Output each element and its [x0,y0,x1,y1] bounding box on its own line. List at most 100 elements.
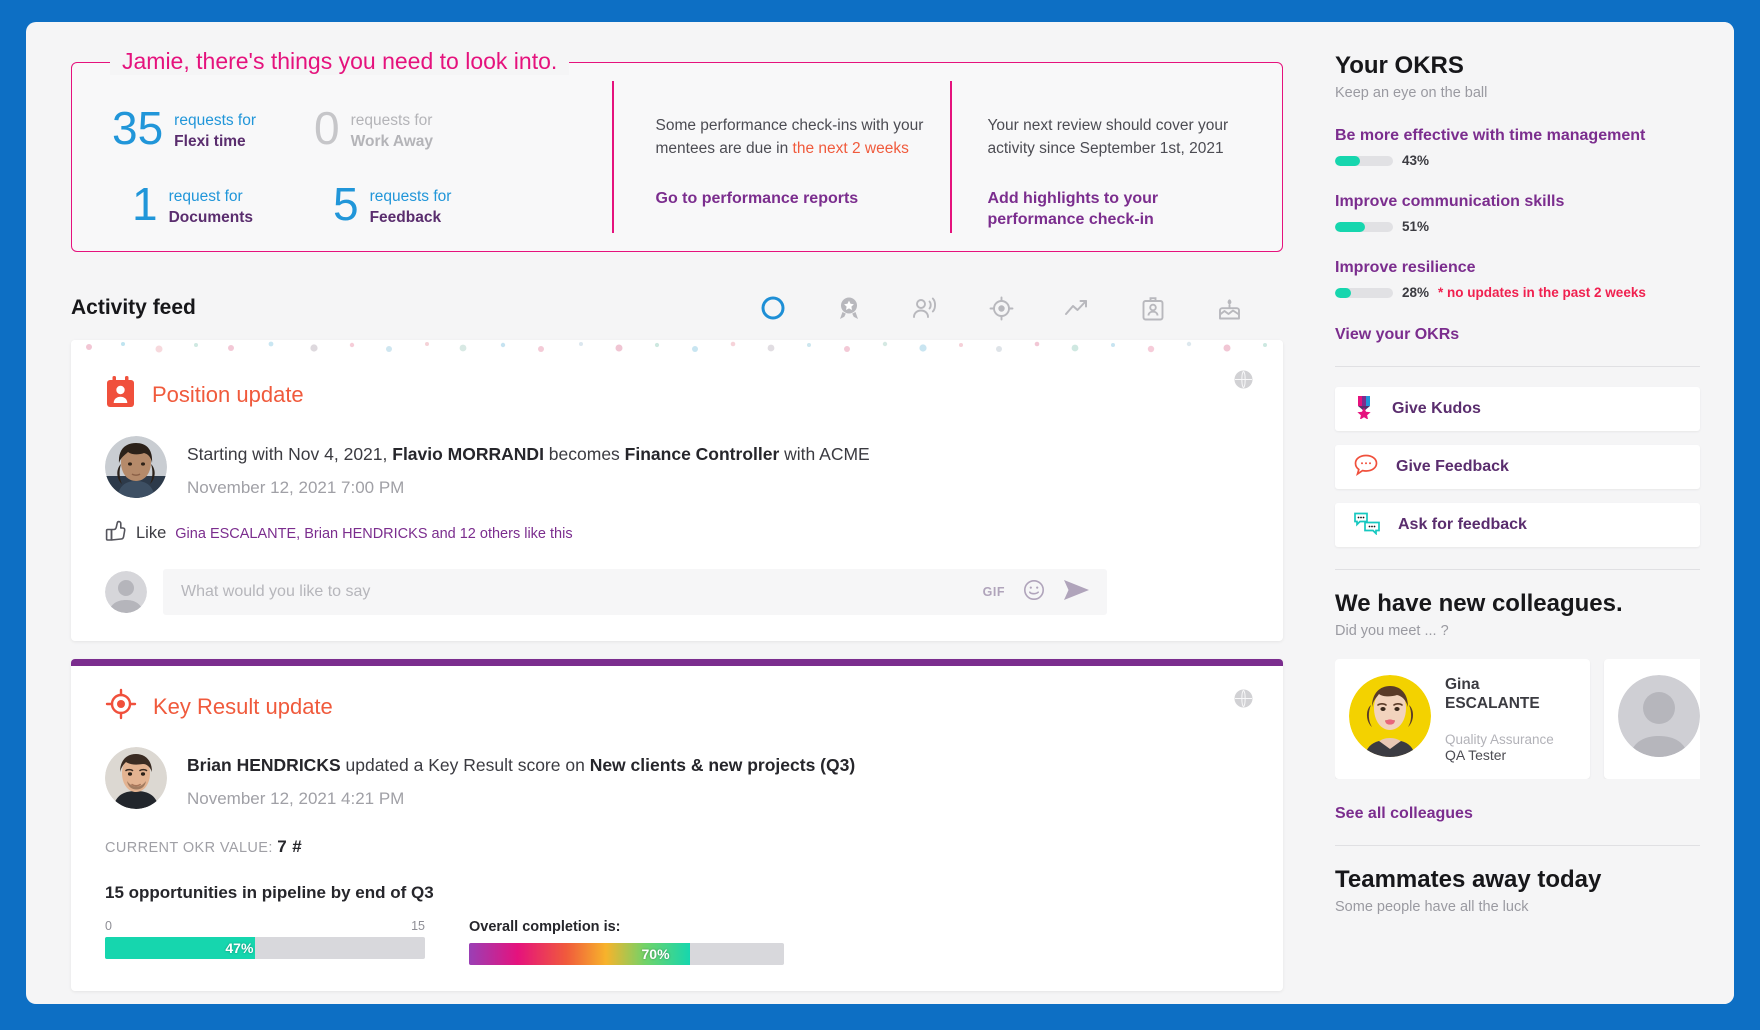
page-title: Activity feed [71,296,196,319]
emoji-icon[interactable] [1023,579,1045,606]
okrs-subtitle: Keep an eye on the ball [1335,85,1488,101]
target-icon [105,688,137,725]
progress-percent: 47% [225,940,254,956]
kudos-medal-icon[interactable] [835,294,863,322]
globe-icon[interactable] [1234,370,1253,389]
avatar[interactable] [105,747,167,809]
browser-window-frame: Jamie, there's things you need to look i… [0,0,1760,1030]
progress-bars-row: 0 15 47% Overall completion is: 70% [105,919,1249,965]
okr-progress-track [1335,221,1393,232]
request-count: 35 [112,102,164,154]
card-type-header: Position update [105,376,1249,414]
card-type-header: Key Result update [105,688,1249,725]
action-label: Ask for feedback [1398,516,1527,533]
new-colleagues-section: We have new colleagues. Did you meet ...… [1335,590,1700,823]
okrs-title: Your OKRS [1335,52,1464,79]
birthday-cake-icon[interactable] [1215,294,1243,322]
post-text-part: Brian HENDRICKS [187,755,341,775]
comment-box: GIF [163,569,1107,615]
activity-feed-header: Activity feed [71,294,1283,322]
comment-row: GIF [105,569,1249,615]
request-label-line1: requests for [350,112,433,129]
colleague-last-name: ESCALANTE [1445,695,1540,713]
colleagues-title: We have new colleagues. [1335,590,1623,617]
okr-item[interactable]: Improve resilience 28% * no updates in t… [1335,259,1700,300]
okr-item[interactable]: Improve communication skills 51% [1335,193,1700,234]
like-row: Like Gina ESCALANTE, Brian HENDRICKS and… [105,520,1249,547]
all-circle-icon[interactable] [759,294,787,322]
okr-warning: * no updates in the past 2 weeks [1438,285,1646,300]
avatar[interactable] [105,436,167,498]
like-button[interactable]: Like [136,524,166,543]
request-flexi-time[interactable]: 35 requests for Flexi time [112,102,257,154]
request-work-away[interactable]: 0 requests for Work Away [314,105,433,153]
post-row: Brian HENDRICKS updated a Key Result sco… [105,747,1249,809]
colleague-card[interactable]: Gina ESCALANTE Quality Assurance QA Test… [1335,659,1590,779]
overall-completion-label: Overall completion is: [469,919,621,935]
colleague-department: Quality Assurance [1445,731,1554,747]
id-badge-icon[interactable] [1139,294,1167,322]
post-text-part: becomes [543,444,625,464]
send-icon[interactable] [1063,579,1089,605]
progress-track: 47% [105,937,425,959]
post-row: Starting with Nov 4, 2021, Flavio MORRAN… [105,436,1249,498]
key-result-progress: 0 15 47% [105,919,425,965]
current-user-avatar [105,571,147,613]
right-sidebar: Your OKRS Keep an eye on the ball Be mor… [1309,22,1734,1004]
okr-item[interactable]: Be more effective with time management 4… [1335,127,1700,168]
give-kudos-button[interactable]: Give Kudos [1335,387,1700,431]
post-main: Starting with Nov 4, 2021, Flavio MORRAN… [187,436,870,498]
performance-reports-link[interactable]: Go to performance reports [656,188,859,210]
okr-name: Improve resilience [1335,259,1476,276]
colleague-role: QA Tester [1445,746,1507,763]
card-type-label: Position update [152,382,304,407]
request-feedback[interactable]: 5 requests for Feedback [333,181,452,229]
view-okrs-link[interactable]: View your OKRs [1335,326,1459,344]
post-text-part: with ACME [779,444,870,464]
announcement-icon[interactable] [911,294,939,322]
ask-for-feedback-button[interactable]: Ask for feedback [1335,503,1700,547]
request-label-line2: Flexi time [174,132,246,150]
post-text-part: Finance Controller [624,444,780,464]
globe-icon[interactable] [1234,689,1253,708]
okr-percent: 43% [1402,153,1430,168]
okr-percent: 51% [1402,219,1430,234]
likers-list[interactable]: Gina ESCALANTE, Brian HENDRICKS and 12 o… [175,526,572,542]
post-text-part: Flavio MORRANDI [387,444,544,464]
feed-filter-bar [759,294,1283,322]
avatar [1618,675,1700,757]
mentee-checkins-deadline: the next 2 weeks [792,139,909,157]
divider [1335,366,1700,367]
see-all-colleagues-link[interactable]: See all colleagues [1335,805,1473,823]
post-text: Starting with Nov 4, 2021, Flavio MORRAN… [187,442,870,467]
okr-name: Be more effective with time management [1335,127,1646,144]
thumbs-up-icon[interactable] [105,520,127,547]
request-label-line1: requests for [174,112,257,129]
request-label-line1: requests for [369,187,452,205]
comment-input[interactable] [181,583,965,601]
next-review-cell: Your next review should cover your activ… [952,63,1283,251]
action-label: Give Feedback [1396,458,1509,475]
give-feedback-button[interactable]: Give Feedback [1335,445,1700,489]
add-highlights-link[interactable]: Add highlights to your performance check… [988,188,1198,231]
post-text-part: updated a Key Result score on [340,755,590,775]
colleague-card[interactable] [1604,659,1700,779]
card-accent-bar [71,659,1283,666]
alerts-banner-title: Jamie, there's things you need to look i… [110,48,570,75]
colleague-first-name: Gina [1445,676,1480,693]
current-okr-value-label: CURRENT OKR VALUE: [105,840,273,856]
colleagues-carousel[interactable]: Gina ESCALANTE Quality Assurance QA Test… [1335,659,1700,779]
okr-progress-fill [1335,221,1365,232]
post-text-part: Starting with Nov 4, 2021, [187,444,388,464]
performance-trend-icon[interactable] [1063,294,1091,322]
progress-percent: 70% [641,946,670,962]
post-text: Brian HENDRICKS updated a Key Result sco… [187,753,855,778]
request-documents[interactable]: 1 request for Documents [132,181,253,229]
current-okr-value-number: 7 # [277,837,303,856]
gif-button[interactable]: GIF [983,585,1005,599]
post-timestamp: November 12, 2021 4:21 PM [187,788,405,808]
mentee-checkins-text: Some performance check-ins with your men… [656,115,929,161]
objective-target-icon[interactable] [987,294,1015,322]
quick-actions: Give Kudos Give Feedback Ask for feedbac… [1335,387,1700,547]
okr-progress-fill [1335,287,1352,298]
